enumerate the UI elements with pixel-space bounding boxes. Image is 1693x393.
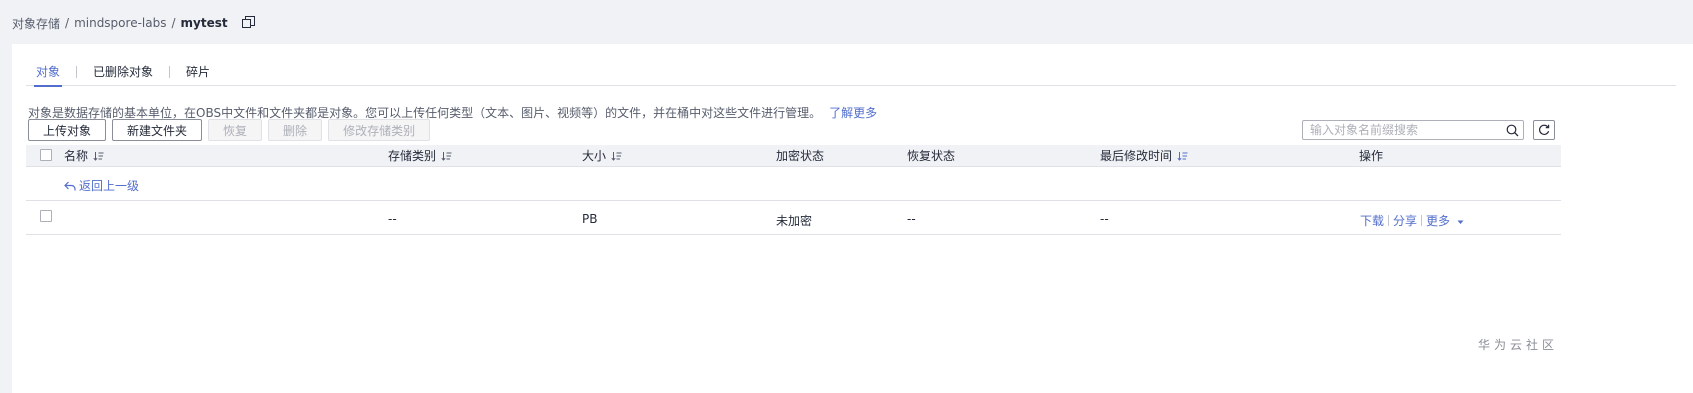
search-box [1302, 120, 1524, 140]
back-to-parent-link[interactable]: 返回上一级 [64, 177, 139, 194]
search-icon[interactable] [1501, 121, 1523, 139]
search-input[interactable] [1303, 121, 1501, 139]
breadcrumb-root[interactable]: 对象存储 [12, 15, 60, 32]
row-actions: 下载 分享 更多 [1360, 212, 1464, 229]
breadcrumb-separator: / [65, 16, 70, 30]
tab-bar: 对象 已删除对象 碎片 [26, 66, 1676, 87]
sort-icon[interactable] [441, 151, 452, 161]
table-header: 名称 存储类别 大小 加密状态 恢复状态 最后修改时间 操作 [26, 145, 1561, 167]
cell-last-modified: -- [1100, 212, 1109, 226]
table-row: -- PB 未加密 -- -- 下载 分享 更多 [26, 201, 1561, 235]
select-all-checkbox[interactable] [40, 149, 52, 161]
download-link[interactable]: 下载 [1360, 212, 1384, 229]
sort-desc-icon[interactable] [1177, 151, 1188, 161]
description-text: 对象是数据存储的基本单位，在OBS中文件和文件夹都是对象。您可以上传任何类型（文… [28, 106, 822, 120]
column-name-label: 名称 [64, 149, 89, 163]
toolbar: 上传对象 新建文件夹 恢复 删除 修改存储类别 [28, 119, 431, 141]
cell-encryption: 未加密 [776, 214, 813, 228]
back-to-parent-label: 返回上一级 [79, 179, 140, 193]
column-encryption: 加密状态 [776, 149, 825, 163]
share-link[interactable]: 分享 [1393, 212, 1417, 229]
upload-object-button[interactable]: 上传对象 [28, 119, 107, 141]
action-divider [1388, 215, 1390, 226]
cell-restore-status: -- [907, 212, 916, 226]
cell-storage-class: -- [388, 212, 397, 226]
more-actions-link[interactable]: 更多 [1426, 212, 1464, 229]
sort-icon[interactable] [611, 151, 622, 161]
tab-fragments[interactable]: 碎片 [176, 66, 220, 86]
change-storage-class-button[interactable]: 修改存储类别 [328, 119, 431, 141]
new-folder-button[interactable]: 新建文件夹 [112, 119, 203, 141]
column-last-modified[interactable]: 最后修改时间 [1100, 145, 1188, 167]
tab-deleted-objects[interactable]: 已删除对象 [83, 66, 163, 86]
objects-table: 名称 存储类别 大小 加密状态 恢复状态 最后修改时间 操作 返回上一级 -- … [26, 145, 1561, 235]
column-last-modified-label: 最后修改时间 [1100, 149, 1173, 163]
cell-size: PB [582, 212, 598, 226]
delete-button[interactable]: 删除 [268, 119, 323, 141]
row-checkbox[interactable] [40, 210, 52, 222]
back-arrow-icon [64, 181, 76, 190]
main-panel: 对象 已删除对象 碎片 对象是数据存储的基本单位，在OBS中文件和文件夹都是对象… [12, 44, 1693, 393]
caret-down-icon [1457, 220, 1464, 225]
column-storage-class[interactable]: 存储类别 [388, 145, 452, 167]
breadcrumb: 对象存储 / mindspore-labs / mytest [12, 14, 256, 32]
column-restore-status: 恢复状态 [907, 149, 956, 163]
tab-objects[interactable]: 对象 [26, 66, 70, 87]
column-size[interactable]: 大小 [582, 145, 622, 167]
tab-divider [169, 66, 171, 78]
restore-button[interactable]: 恢复 [208, 119, 263, 141]
copy-icon[interactable] [241, 16, 256, 30]
column-actions: 操作 [1359, 149, 1384, 163]
breadcrumb-separator: / [171, 16, 176, 30]
back-row: 返回上一级 [26, 167, 1561, 201]
learn-more-link[interactable]: 了解更多 [829, 106, 877, 120]
more-actions-label: 更多 [1426, 214, 1451, 228]
column-storage-class-label: 存储类别 [388, 149, 437, 163]
column-name[interactable]: 名称 [64, 145, 104, 167]
column-size-label: 大小 [582, 149, 607, 163]
watermark: 华为云社区 [1478, 338, 1559, 352]
refresh-icon [1539, 124, 1550, 135]
action-divider [1421, 215, 1423, 226]
sort-icon[interactable] [93, 151, 104, 161]
tab-divider [76, 66, 78, 78]
breadcrumb-current: mytest [180, 16, 228, 30]
breadcrumb-bucket[interactable]: mindspore-labs [74, 16, 166, 30]
refresh-button[interactable] [1533, 120, 1555, 140]
